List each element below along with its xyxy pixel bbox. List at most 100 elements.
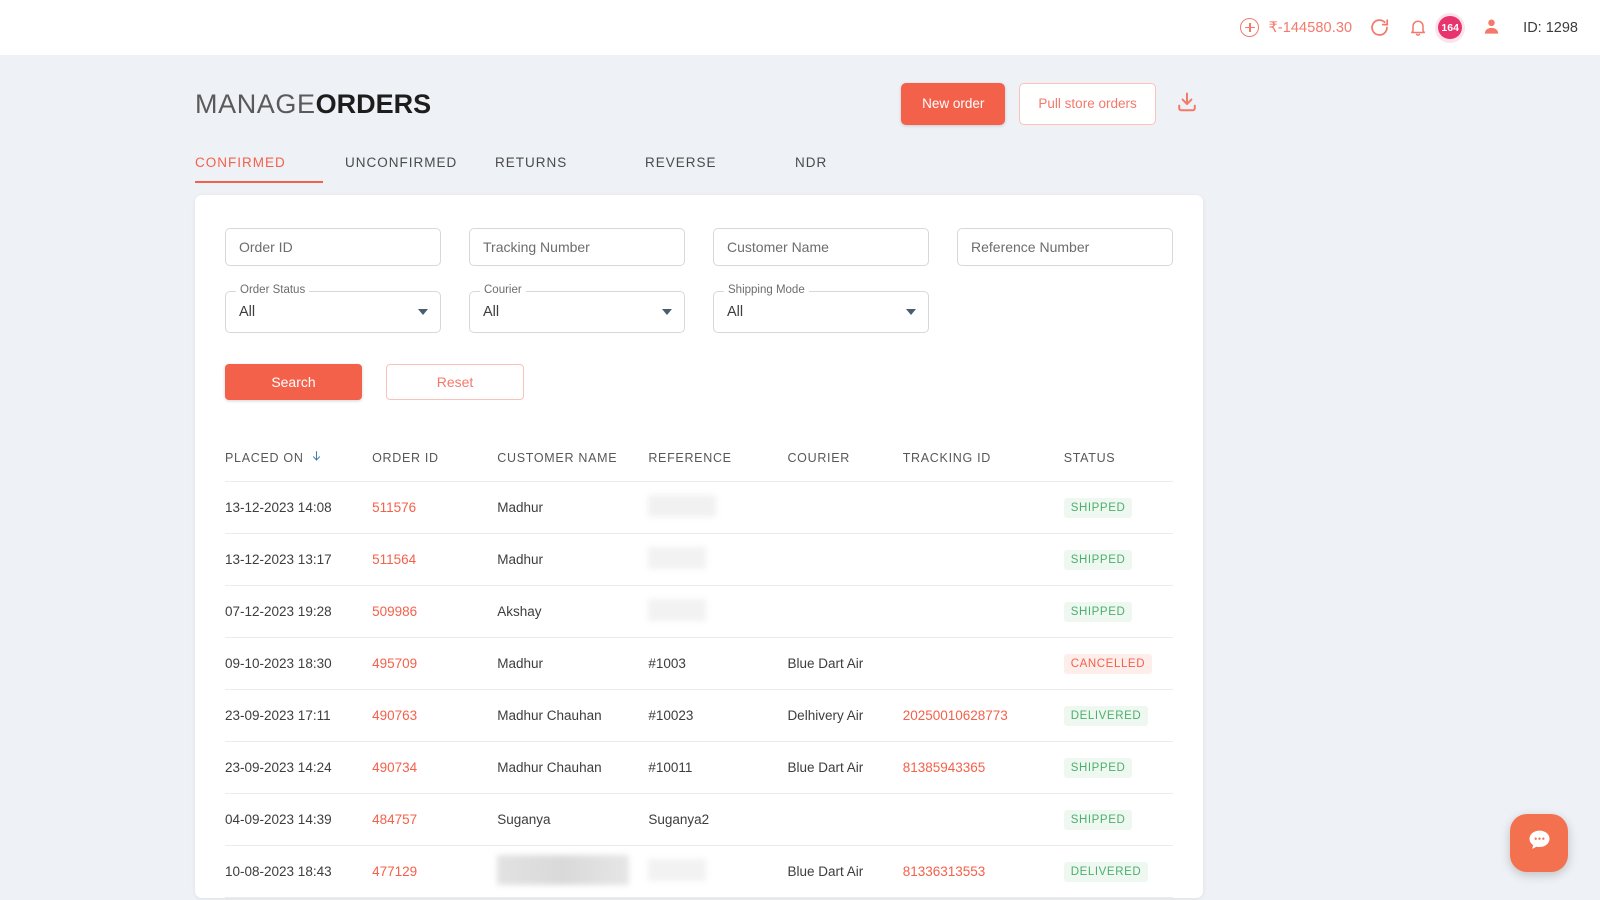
cell-courier: Blue Dart Air bbox=[787, 656, 864, 671]
bell-icon[interactable] bbox=[1408, 17, 1430, 39]
order-id-link[interactable]: 490734 bbox=[372, 760, 417, 775]
search-button[interactable]: Search bbox=[225, 364, 362, 400]
reset-button[interactable]: Reset bbox=[386, 364, 524, 400]
search-input-tracking-number[interactable]: Tracking Number bbox=[469, 228, 685, 266]
cell-tracking-id: 20250010628773 bbox=[903, 708, 1064, 723]
cell-courier: Delhivery Air bbox=[787, 708, 864, 723]
select-courier-value[interactable]: All bbox=[469, 291, 685, 333]
cell-order-id: 511576 bbox=[372, 500, 497, 515]
column-header-tracking-id[interactable]: TRACKING ID bbox=[903, 451, 1064, 465]
cell-reference bbox=[648, 495, 787, 520]
select-courier[interactable]: Courier All bbox=[469, 284, 685, 333]
arrow-down-icon[interactable] bbox=[310, 449, 323, 466]
tracking-id-link[interactable]: 81385943365 bbox=[903, 760, 986, 775]
user-icon[interactable] bbox=[1482, 17, 1504, 39]
cell-placed-on: 13-12-2023 13:17 bbox=[225, 552, 332, 567]
order-id-link[interactable]: 484757 bbox=[372, 812, 417, 827]
table-row[interactable]: 13-12-2023 14:08 511576 Madhur SHIPPED bbox=[225, 482, 1173, 534]
new-order-button[interactable]: New order bbox=[901, 83, 1006, 125]
select-order-status[interactable]: Order Status All bbox=[225, 284, 441, 333]
refresh-icon[interactable] bbox=[1369, 17, 1391, 39]
cell-reference: #10023 bbox=[648, 708, 694, 723]
cell-courier: Blue Dart Air bbox=[787, 864, 864, 879]
cell-status: SHIPPED bbox=[1063, 601, 1173, 622]
filter-actions: Search Reset bbox=[225, 364, 1173, 400]
search-input-customer-name[interactable]: Customer Name bbox=[713, 228, 929, 266]
tab-ndr[interactable]: NDR bbox=[795, 155, 945, 183]
text-filter-row: Order ID Tracking Number Customer Name R… bbox=[225, 228, 1173, 266]
column-header-order-id[interactable]: ORDER ID bbox=[372, 451, 497, 465]
cell-status: SHIPPED bbox=[1063, 809, 1173, 830]
plus-circle-icon[interactable] bbox=[1240, 18, 1260, 37]
cell-reference bbox=[648, 859, 787, 884]
header-actions: New order Pull store orders bbox=[901, 83, 1199, 125]
order-id-link[interactable]: 490763 bbox=[372, 708, 417, 723]
status-badge: SHIPPED bbox=[1063, 497, 1133, 518]
cell-reference: Suganya2 bbox=[648, 812, 710, 827]
column-header-status[interactable]: STATUS bbox=[1064, 451, 1173, 465]
order-id-link[interactable]: 495709 bbox=[372, 656, 417, 671]
search-input-reference-number[interactable]: Reference Number bbox=[957, 228, 1173, 266]
chevron-down-icon[interactable] bbox=[662, 309, 672, 315]
cell-placed-on: 04-09-2023 14:39 bbox=[225, 812, 332, 827]
cell-order-id: 477129 bbox=[372, 864, 497, 879]
pull-store-orders-button[interactable]: Pull store orders bbox=[1019, 83, 1156, 125]
tab-confirmed[interactable]: CONFIRMED bbox=[195, 155, 345, 183]
download-icon[interactable] bbox=[1175, 90, 1199, 119]
table-row[interactable]: 23-09-2023 17:11 490763 Madhur Chauhan #100… bbox=[225, 690, 1173, 742]
cell-placed-on: 07-12-2023 19:28 bbox=[225, 604, 332, 619]
table-row[interactable]: 04-09-2023 14:39 484757 Suganya Suganya2 SHI… bbox=[225, 794, 1173, 846]
select-order-status-value[interactable]: All bbox=[225, 291, 441, 333]
order-id-link[interactable]: 511576 bbox=[372, 500, 416, 515]
table-row[interactable]: 13-12-2023 13:17 511564 Madhur SHIPPED bbox=[225, 534, 1173, 586]
cell-tracking-id: 81336313553 bbox=[903, 864, 1064, 879]
order-id-link[interactable]: 509986 bbox=[372, 604, 417, 619]
notification-count-badge: 164 bbox=[1438, 16, 1462, 39]
chat-widget-button[interactable] bbox=[1510, 814, 1568, 872]
tab-reverse[interactable]: REVERSE bbox=[645, 155, 795, 183]
page-title-light: MANAGE bbox=[195, 88, 316, 119]
chevron-down-icon[interactable] bbox=[906, 309, 916, 315]
wallet-balance[interactable]: ₹-144580.30 bbox=[1240, 18, 1352, 37]
column-header-reference[interactable]: REFERENCE bbox=[648, 451, 787, 465]
cell-status: SHIPPED bbox=[1063, 757, 1173, 778]
status-badge: SHIPPED bbox=[1063, 549, 1133, 570]
table-row[interactable]: 23-09-2023 14:24 490734 Madhur Chauhan #100… bbox=[225, 742, 1173, 794]
tab-returns[interactable]: RETURNS bbox=[495, 155, 645, 183]
tracking-id-link[interactable]: 81336313553 bbox=[903, 864, 986, 879]
column-header-courier[interactable]: COURIER bbox=[787, 451, 902, 465]
search-input-order-id[interactable]: Order ID bbox=[225, 228, 441, 266]
status-badge: DELIVERED bbox=[1063, 861, 1149, 882]
column-header-placed-on[interactable]: PLACED ON bbox=[225, 449, 372, 466]
top-bar-actions: ₹-144580.30 164 ID: 1298 bbox=[1240, 12, 1578, 43]
redacted-value bbox=[497, 855, 630, 885]
notifications[interactable]: 164 bbox=[1408, 12, 1466, 43]
chevron-down-icon[interactable] bbox=[418, 309, 428, 315]
page-header: MANAGEORDERS New order Pull store orders bbox=[0, 55, 1600, 125]
cell-customer-name: Madhur bbox=[497, 500, 544, 515]
table-row[interactable]: 09-10-2023 18:30 495709 Madhur #1003 Blue Da… bbox=[225, 638, 1173, 690]
cell-tracking-id: 81385943365 bbox=[903, 760, 1064, 775]
orders-card: Order ID Tracking Number Customer Name R… bbox=[195, 195, 1203, 898]
tracking-id-link[interactable]: 20250010628773 bbox=[903, 708, 1008, 723]
cell-status: SHIPPED bbox=[1063, 497, 1173, 518]
orders-table: PLACED ON ORDER ID CUSTOMER NAME REFEREN… bbox=[225, 434, 1173, 898]
column-header-customer-name[interactable]: CUSTOMER NAME bbox=[497, 451, 648, 465]
tab-unconfirmed[interactable]: UNCONFIRMED bbox=[345, 155, 495, 183]
select-courier-label: Courier bbox=[480, 284, 526, 296]
notification-badge-halo: 164 bbox=[1435, 12, 1466, 43]
order-id-link[interactable]: 511564 bbox=[372, 552, 416, 567]
table-row[interactable]: 10-08-2023 18:43 477129 Blue Dart Air 81336… bbox=[225, 846, 1173, 898]
cell-placed-on: 23-09-2023 17:11 bbox=[225, 708, 331, 723]
cell-order-id: 495709 bbox=[372, 656, 497, 671]
table-row[interactable]: 07-12-2023 19:28 509986 Akshay SHIPPED bbox=[225, 586, 1173, 638]
select-shipping-mode[interactable]: Shipping Mode All bbox=[713, 284, 929, 333]
page-body: MANAGEORDERS New order Pull store orders… bbox=[0, 55, 1600, 898]
cell-reference bbox=[648, 599, 787, 624]
status-badge: SHIPPED bbox=[1063, 809, 1133, 830]
redacted-value bbox=[648, 547, 707, 569]
cell-reference: #1003 bbox=[648, 656, 686, 671]
page-title: MANAGEORDERS bbox=[195, 89, 431, 120]
order-id-link[interactable]: 477129 bbox=[372, 864, 417, 879]
select-shipping-mode-value[interactable]: All bbox=[713, 291, 929, 333]
